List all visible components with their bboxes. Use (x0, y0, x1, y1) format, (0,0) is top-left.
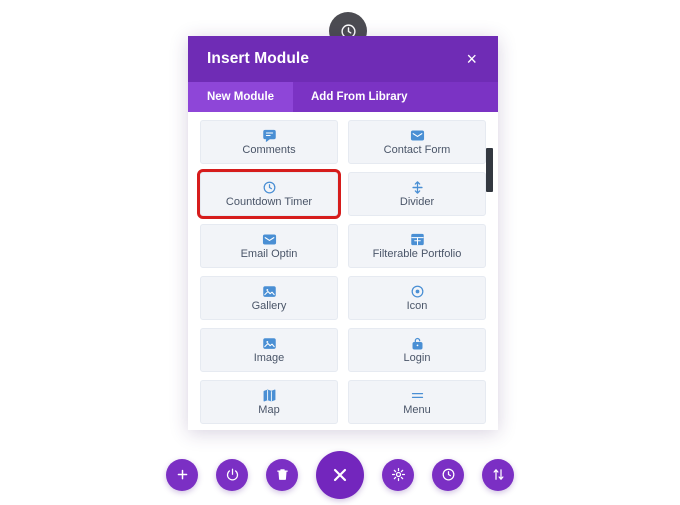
image-icon (262, 284, 277, 299)
envelope-icon (410, 128, 425, 143)
target-circle-icon (410, 284, 425, 299)
page-settings-toolbar (0, 444, 680, 505)
close-icon[interactable]: × (463, 48, 480, 70)
module-card-image[interactable]: Image (200, 328, 338, 372)
module-label: Image (253, 352, 285, 364)
module-label: Countdown Timer (225, 196, 313, 208)
insert-module-dialog: Insert Module × New Module Add From Libr… (188, 36, 498, 430)
map-icon (262, 388, 277, 403)
module-list-scroll-area: Comments Contact Form Countdown Timer Divid… (188, 112, 498, 430)
power-button[interactable] (216, 458, 248, 491)
settings-button[interactable] (382, 458, 414, 491)
dialog-tabs: New Module Add From Library (188, 82, 498, 112)
image-icon (262, 336, 277, 351)
add-button[interactable] (166, 458, 198, 491)
module-label: Email Optin (240, 248, 298, 260)
dialog-header: Insert Module × (188, 36, 498, 82)
module-card-map[interactable]: Map (200, 380, 338, 424)
trash-icon (275, 467, 290, 482)
scrollbar-track[interactable] (486, 112, 496, 430)
up-down-arrows-icon (491, 467, 506, 482)
module-label: Map (258, 404, 280, 416)
module-label: Comments (242, 144, 296, 156)
scrollbar-thumb[interactable] (486, 148, 493, 192)
module-label: Filterable Portfolio (372, 248, 462, 260)
tab-add-from-library[interactable]: Add From Library (293, 82, 425, 112)
gear-icon (391, 467, 406, 482)
module-label: Contact Form (383, 144, 451, 156)
module-card-email-optin[interactable]: Email Optin (200, 224, 338, 268)
plus-icon (175, 467, 190, 482)
module-card-menu[interactable]: Menu (348, 380, 486, 424)
dialog-title: Insert Module (207, 50, 310, 67)
module-card-contact-form[interactable]: Contact Form (348, 120, 486, 164)
tab-new-module[interactable]: New Module (188, 82, 293, 112)
module-label: Icon (406, 300, 428, 312)
module-card-comments[interactable]: Comments (200, 120, 338, 164)
clock-icon (262, 180, 277, 195)
trash-button[interactable] (266, 458, 298, 491)
padlock-icon (410, 336, 425, 351)
module-label: Menu (403, 404, 431, 416)
reorder-button[interactable] (482, 458, 514, 491)
module-card-countdown-timer[interactable]: Countdown Timer (197, 169, 341, 219)
module-grid: Comments Contact Form Countdown Timer Divid… (197, 120, 486, 424)
module-card-gallery[interactable]: Gallery (200, 276, 338, 320)
module-card-filterable-portfolio[interactable]: Filterable Portfolio (348, 224, 486, 268)
module-card-login[interactable]: Login (348, 328, 486, 372)
envelope-icon (262, 232, 277, 247)
hamburger-lines-icon (410, 388, 425, 403)
module-card-icon[interactable]: Icon (348, 276, 486, 320)
history-button[interactable] (432, 458, 464, 491)
close-button[interactable] (316, 450, 364, 499)
speech-bubble-icon (262, 128, 277, 143)
grid-window-icon (410, 232, 425, 247)
module-label: Login (403, 352, 431, 364)
module-card-divider[interactable]: Divider (348, 172, 486, 216)
module-label: Gallery (251, 300, 287, 312)
module-label: Divider (399, 196, 435, 208)
power-icon (225, 467, 240, 482)
clock-icon (441, 467, 456, 482)
close-x-icon (330, 465, 350, 485)
vertical-double-arrow-icon (410, 180, 425, 195)
